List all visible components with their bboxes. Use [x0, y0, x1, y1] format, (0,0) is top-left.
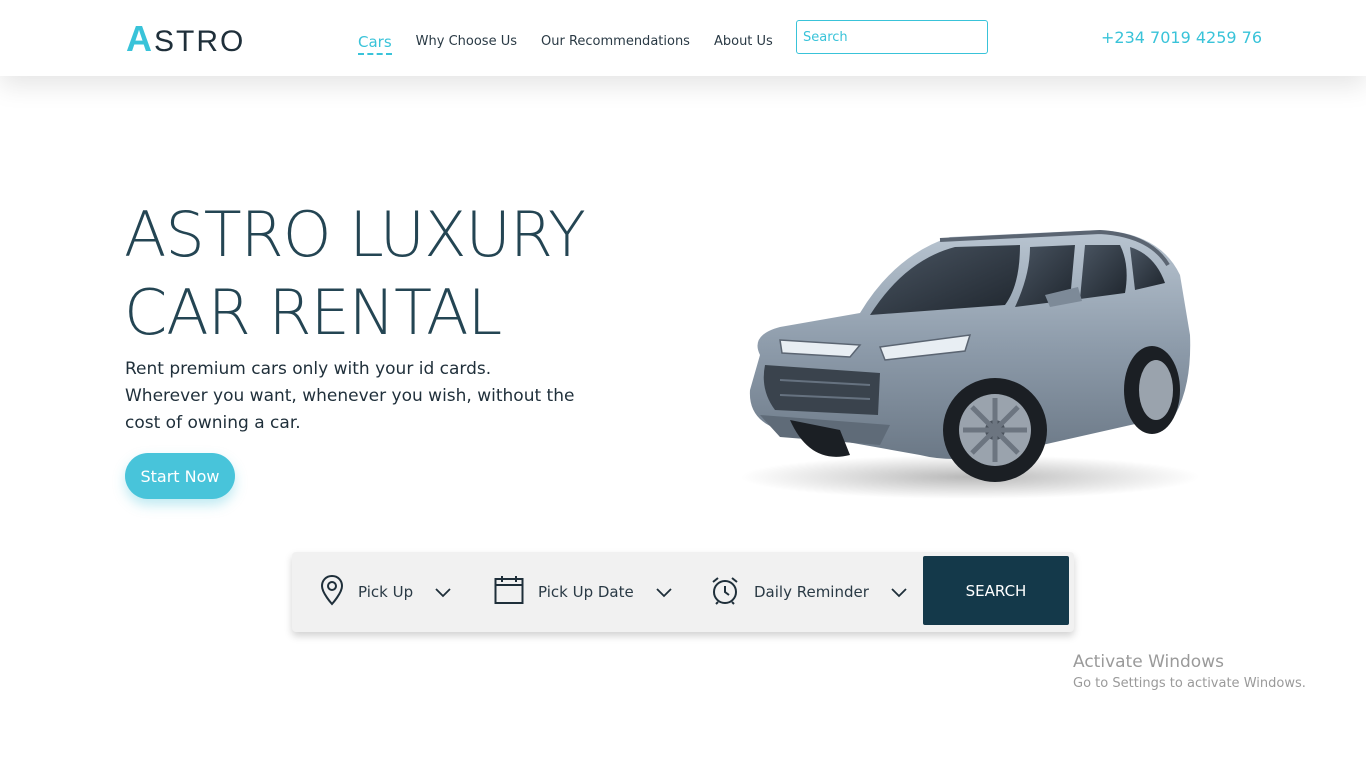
hero-title: ASTRO LUXURY CAR RENTAL	[124, 196, 684, 352]
start-now-button[interactable]: Start Now	[125, 453, 235, 499]
pickup-date-label: Pick Up Date	[538, 583, 634, 601]
daily-reminder-label: Daily Reminder	[754, 583, 869, 601]
daily-reminder-select[interactable]: Daily Reminder	[710, 552, 907, 632]
nav-item-our-recommendations[interactable]: Our Recommendations	[541, 34, 690, 56]
hero-subtitle-line-2: Wherever you want, whenever you wish, wi…	[125, 386, 575, 406]
location-pin-icon	[320, 574, 344, 610]
nav-item-about-us[interactable]: About Us	[714, 34, 773, 56]
alarm-clock-icon	[710, 575, 740, 609]
car-image	[720, 215, 1200, 505]
hero-title-line-2: CAR RENTAL	[124, 276, 502, 349]
logo-initial: A	[126, 18, 154, 59]
hero-subtitle-line-1: Rent premium cars only with your id card…	[125, 359, 492, 379]
main-nav: Cars Why Choose Us Our Recommendations A…	[358, 33, 773, 56]
hero-subtitle-line-3: cost of owning a car.	[125, 413, 301, 433]
pickup-label: Pick Up	[358, 583, 414, 601]
booking-bar: Pick Up Pick Up Date Daily Reminder SEAR…	[292, 552, 1074, 632]
site-header: ASTRO Cars Why Choose Us Our Recommendat…	[0, 0, 1366, 76]
nav-item-cars[interactable]: Cars	[358, 33, 392, 55]
hero-title-line-1: ASTRO LUXURY	[124, 198, 586, 271]
chevron-down-icon	[891, 583, 907, 602]
watermark-title: Activate Windows	[1073, 652, 1224, 672]
phone-number[interactable]: +234 7019 4259 76	[1101, 28, 1262, 47]
search-button[interactable]: SEARCH	[923, 556, 1069, 625]
pickup-select[interactable]: Pick Up	[320, 552, 451, 632]
calendar-icon	[494, 575, 524, 609]
hero-subtitle: Rent premium cars only with your id card…	[125, 356, 625, 437]
activate-windows-watermark: Activate Windows Go to Settings to activ…	[1073, 652, 1306, 691]
chevron-down-icon	[435, 583, 451, 602]
nav-item-why-choose-us[interactable]: Why Choose Us	[416, 34, 517, 56]
logo[interactable]: ASTRO	[126, 18, 245, 60]
search-input[interactable]	[796, 20, 988, 54]
watermark-subtitle: Go to Settings to activate Windows.	[1073, 676, 1306, 691]
chevron-down-icon	[656, 583, 672, 602]
pickup-date-select[interactable]: Pick Up Date	[494, 552, 672, 632]
logo-text: STRO	[154, 25, 246, 58]
